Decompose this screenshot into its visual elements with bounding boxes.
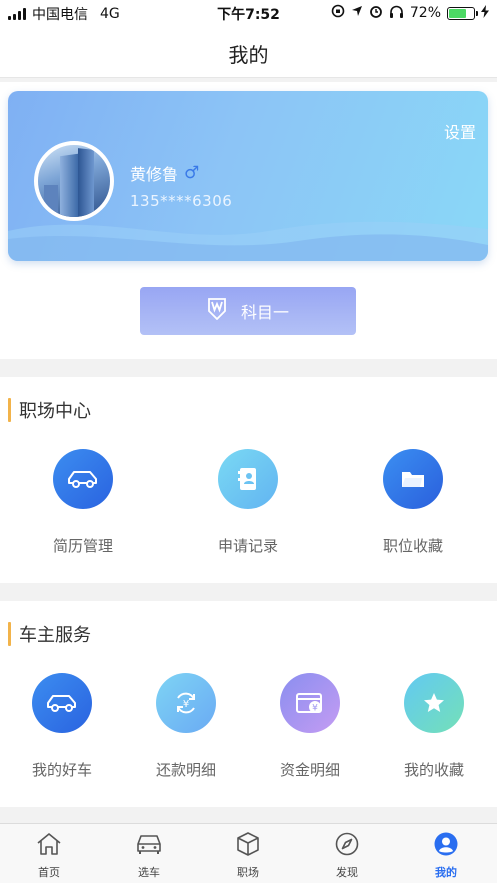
contact-book-icon — [218, 449, 278, 509]
alarm-icon — [369, 4, 383, 22]
grid-item-funds[interactable]: ¥ 资金明细 — [260, 673, 360, 780]
battery-icon — [447, 6, 478, 20]
grid-item-applications[interactable]: 申请记录 — [198, 449, 298, 556]
grid-item-repayment[interactable]: ¥ 还款明细 — [136, 673, 236, 780]
male-icon: ♂ — [184, 163, 200, 183]
compass-icon — [335, 832, 359, 860]
grid-item-label: 简历管理 — [52, 537, 113, 555]
tab-label: 选车 — [138, 866, 160, 879]
subject-button-label: 科目一 — [240, 303, 289, 322]
user-name: 黄修鲁 — [130, 165, 179, 184]
grid-item-label: 职位收藏 — [382, 537, 443, 555]
grid-item-my-favorites[interactable]: 我的收藏 — [384, 673, 484, 780]
star-icon — [404, 673, 464, 733]
tab-home[interactable]: 首页 — [9, 832, 89, 880]
car-icon — [135, 835, 163, 860]
tab-discover[interactable]: 发现 — [307, 832, 387, 880]
svg-text:¥: ¥ — [312, 704, 318, 714]
location-icon — [351, 5, 363, 21]
tab-mine[interactable]: 我的 — [406, 832, 486, 880]
user-name-row: 黄修鲁 ♂ — [130, 161, 199, 185]
grid-item-label: 还款明细 — [155, 761, 216, 779]
profile-card[interactable]: 设置 黄修鲁 ♂ 135****6306 — [8, 91, 488, 261]
tab-label: 职场 — [237, 866, 259, 879]
section-accent-bar — [8, 398, 11, 422]
user-icon — [434, 832, 458, 860]
tab-career[interactable]: 职场 — [208, 832, 288, 880]
car-icon — [32, 673, 92, 733]
nav-bar: 我的 — [0, 26, 497, 78]
grid-item-label: 我的好车 — [31, 761, 92, 779]
svg-text:¥: ¥ — [183, 699, 189, 710]
home-icon — [36, 833, 62, 860]
charging-icon — [481, 4, 489, 22]
tab-label: 发现 — [336, 866, 358, 879]
user-phone: 135****6306 — [130, 192, 233, 210]
page-title: 我的 — [228, 43, 269, 67]
grid-item-label: 我的收藏 — [403, 761, 464, 779]
grid-item-resume[interactable]: 简历管理 — [33, 449, 133, 556]
tab-bar: 首页 选车 职场 发现 我的 — [0, 823, 497, 883]
settings-link[interactable]: 设置 — [444, 119, 476, 143]
tab-choose-car[interactable]: 选车 — [109, 832, 189, 880]
screen: 中国电信 4G 下午7:52 72% 我的 设置 黄修鲁 ♂ 135****63… — [0, 0, 497, 883]
badge-icon — [207, 298, 227, 324]
profile-section: 设置 黄修鲁 ♂ 135****6306 科目一 — [0, 82, 497, 359]
battery-percent: 72% — [409, 5, 441, 21]
grid-item-my-car[interactable]: 我的好车 — [12, 673, 112, 780]
headphones-icon — [389, 5, 404, 22]
subject-button[interactable]: 科目一 — [140, 287, 356, 335]
section-header: 车主服务 — [8, 621, 91, 647]
grid-item-favorite-jobs[interactable]: 职位收藏 — [363, 449, 463, 556]
avatar[interactable] — [34, 141, 114, 221]
yen-refresh-icon: ¥ — [156, 673, 216, 733]
status-bar: 中国电信 4G 下午7:52 72% — [0, 0, 497, 26]
grid-item-label: 资金明细 — [279, 761, 340, 779]
career-section: 职场中心 简历管理 申请记录 职位收藏 — [0, 377, 497, 583]
section-accent-bar — [8, 622, 11, 646]
car-icon — [53, 449, 113, 509]
status-right: 72% — [331, 4, 489, 22]
section-title: 职场中心 — [19, 401, 91, 422]
tab-label: 首页 — [38, 866, 60, 879]
orientation-lock-icon — [331, 4, 345, 22]
owner-section: 车主服务 我的好车 ¥ 还款明细 ¥ 资金明细 我的收藏 — [0, 601, 497, 807]
yen-card-icon: ¥ — [280, 673, 340, 733]
section-title: 车主服务 — [19, 625, 91, 646]
tab-label: 我的 — [435, 866, 457, 879]
folder-icon — [383, 449, 443, 509]
grid-item-label: 申请记录 — [217, 537, 278, 555]
section-header: 职场中心 — [8, 397, 91, 423]
cube-icon — [236, 832, 260, 860]
